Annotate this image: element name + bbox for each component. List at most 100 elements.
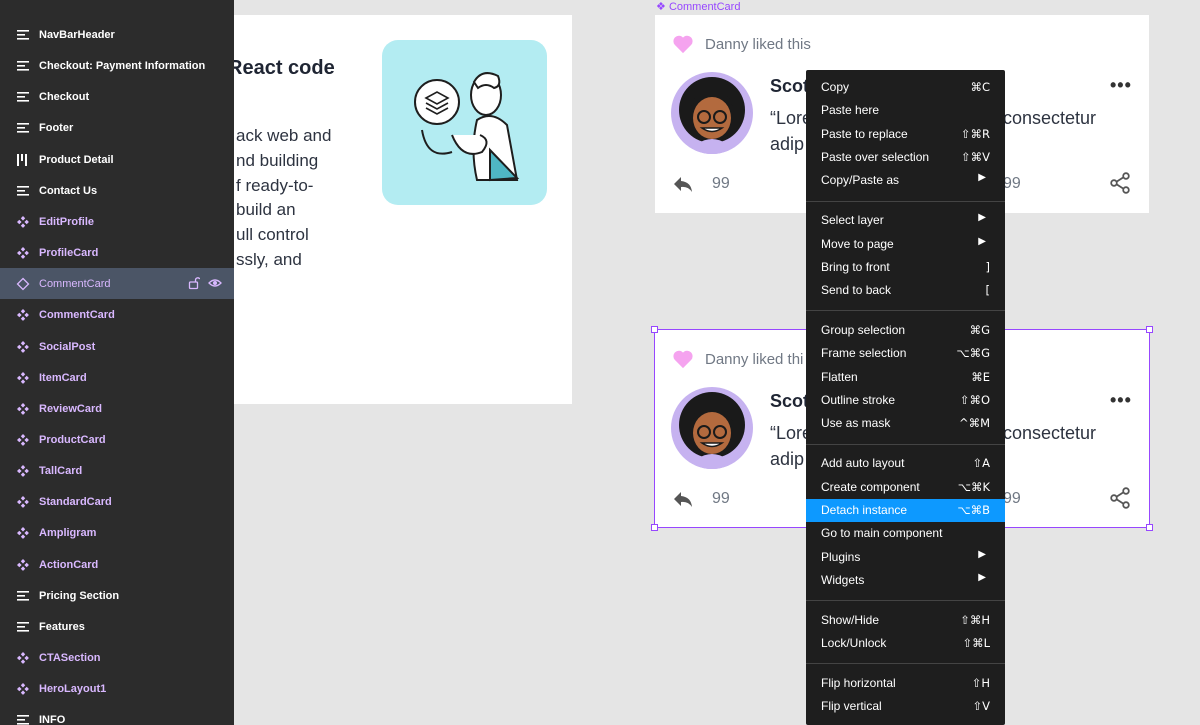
layer-item[interactable]: Checkout (0, 81, 234, 112)
menu-item-paste-to-replace[interactable]: Paste to replace ⇧⌘R (806, 123, 1005, 146)
menu-item-frame-selection[interactable]: Frame selection ⌥⌘G (806, 342, 1005, 365)
menu-item-copy-paste-as[interactable]: Copy/Paste as ▶ (806, 169, 1005, 192)
menu-item-lock-unlock[interactable]: Lock/Unlock ⇧⌘L (806, 632, 1005, 655)
menu-item-group-selection[interactable]: Group selection ⌘G (806, 319, 1005, 342)
share-icon[interactable] (1109, 487, 1131, 509)
menu-item-label: Copy/Paste as (821, 173, 900, 188)
menu-shortcut: ⇧⌘R (960, 126, 990, 141)
layer-item[interactable]: ActionCard (0, 549, 234, 580)
menu-item-label: Add auto layout (821, 456, 905, 471)
menu-item-label: Plugins (821, 549, 861, 564)
menu-separator (806, 310, 1005, 312)
layers-panel: NavBarHeader Checkout: Payment Informatio… (0, 0, 234, 725)
comment-text: consectetur (1003, 423, 1097, 443)
columns-icon (16, 153, 30, 167)
submenu-arrow-icon: ▶ (978, 571, 986, 583)
layer-item[interactable]: CTASection (0, 642, 234, 673)
resize-handle[interactable] (651, 524, 658, 531)
layer-item[interactable]: CommentCard (0, 268, 234, 300)
layer-item[interactable]: ReviewCard (0, 393, 234, 424)
menu-item-use-as-mask[interactable]: Use as mask ^⌘M (806, 412, 1005, 435)
menu-item-label: Create component (821, 479, 920, 494)
layer-item[interactable]: Product Detail (0, 144, 234, 175)
layer-label: ActionCard (39, 558, 99, 571)
more-icon[interactable]: ••• (1110, 390, 1132, 411)
menu-item-show-hide[interactable]: Show/Hide ⇧⌘H (806, 609, 1005, 632)
submenu-arrow-icon: ▶ (978, 235, 986, 247)
comment-text: adip (770, 134, 805, 154)
menu-item-label: Detach instance (821, 502, 908, 517)
layer-item[interactable]: Pricing Section (0, 580, 234, 611)
reply-count: 99 (712, 490, 730, 507)
layer-item[interactable]: SocialPost (0, 331, 234, 362)
menu-item-label: Go to main component (821, 526, 943, 541)
menu-item-bring-to-front[interactable]: Bring to front] (806, 256, 1005, 279)
menu-item-widgets[interactable]: Widgets ▶ (806, 569, 1005, 592)
layer-item[interactable]: ItemCard (0, 362, 234, 393)
layer-label: Ampligram (39, 527, 97, 540)
heart-icon[interactable] (672, 349, 694, 369)
menu-item-flip-vertical[interactable]: Flip vertical ⇧V (806, 695, 1005, 718)
layer-item[interactable]: StandardCard (0, 486, 234, 517)
menu-item-create-component[interactable]: Create component ⌥⌘K (806, 476, 1005, 499)
menu-item-flatten[interactable]: Flatten ⌘E (806, 366, 1005, 389)
layer-item[interactable]: Ampligram (0, 517, 234, 548)
resize-handle[interactable] (651, 326, 658, 333)
menu-item-send-to-back[interactable]: Send to back [ (806, 279, 1005, 302)
instance-icon (16, 277, 30, 291)
menu-item-move-to-page[interactable]: Move to page ▶ (806, 233, 1005, 256)
hero-frame[interactable]: React code ack web and nd building f ready… (234, 15, 572, 404)
frame-icon (16, 589, 30, 603)
unlock-icon[interactable] (188, 276, 201, 293)
menu-item-label: Flip vertical (821, 699, 882, 714)
reply-icon[interactable] (672, 175, 694, 193)
layer-item[interactable]: Checkout: Payment Information (0, 50, 234, 81)
more-icon[interactable]: ••• (1110, 75, 1132, 96)
component-icon (16, 402, 30, 416)
menu-item-add-auto-layout[interactable]: Add auto layout ⇧A (806, 452, 1005, 475)
resize-handle[interactable] (1146, 326, 1153, 333)
menu-item-paste-here[interactable]: Paste here (806, 99, 1005, 122)
menu-item-outline-stroke[interactable]: Outline stroke ⇧⌘O (806, 389, 1005, 412)
share-icon[interactable] (1109, 172, 1131, 194)
menu-item-go-to-main-component[interactable]: Go to main component (806, 522, 1005, 545)
layer-label: Product Detail (39, 153, 114, 166)
layer-item[interactable]: ProductCard (0, 424, 234, 455)
hero-text-line: f ready-to- (236, 175, 314, 195)
layer-item[interactable]: Footer (0, 112, 234, 143)
reply-count: 99 (712, 175, 730, 192)
layer-item[interactable]: Features (0, 611, 234, 642)
reply-icon[interactable] (672, 490, 694, 508)
hero-text-line: build an (236, 200, 296, 220)
submenu-arrow-icon: ▶ (978, 212, 986, 224)
menu-item-select-layer[interactable]: Select layer ▶ (806, 209, 1005, 232)
menu-item-copy[interactable]: Copy ⌘C (806, 76, 1005, 99)
layer-item[interactable]: TallCard (0, 455, 234, 486)
layer-item[interactable]: EditProfile (0, 206, 234, 237)
submenu-arrow-icon: ▶ (978, 548, 986, 560)
menu-item-paste-over-selection[interactable]: Paste over selection ⇧⌘V (806, 146, 1005, 169)
hero-title: React code (234, 57, 335, 79)
comment-text: consectetur (1003, 108, 1097, 128)
menu-item-flip-horizontal[interactable]: Flip horizontal ⇧H (806, 672, 1005, 695)
menu-shortcut: ⌘G (969, 323, 990, 338)
layer-item[interactable]: INFO (0, 704, 234, 725)
component-icon: ❖ (656, 1, 666, 13)
eye-icon[interactable] (208, 276, 222, 293)
layer-item[interactable]: CommentCard (0, 299, 234, 330)
menu-item-plugins[interactable]: Plugins ▶ (806, 546, 1005, 569)
component-icon (16, 433, 30, 447)
layer-item[interactable]: HeroLayout1 (0, 673, 234, 704)
component-icon (16, 371, 30, 385)
menu-item-label: Bring to front (821, 259, 890, 274)
layer-item[interactable]: ProfileCard (0, 237, 234, 268)
resize-handle[interactable] (1146, 524, 1153, 531)
menu-item-label: Move to page (821, 236, 894, 251)
menu-item-detach-instance[interactable]: Detach instance ⌥⌘B (806, 498, 1005, 522)
layer-item[interactable]: Contact Us (0, 175, 234, 206)
heart-icon[interactable] (672, 34, 694, 54)
hero-text-line: ssly, and (236, 250, 302, 269)
layer-label: EditProfile (39, 215, 95, 228)
component-icon (16, 526, 30, 540)
layer-item[interactable]: NavBarHeader (0, 19, 234, 50)
